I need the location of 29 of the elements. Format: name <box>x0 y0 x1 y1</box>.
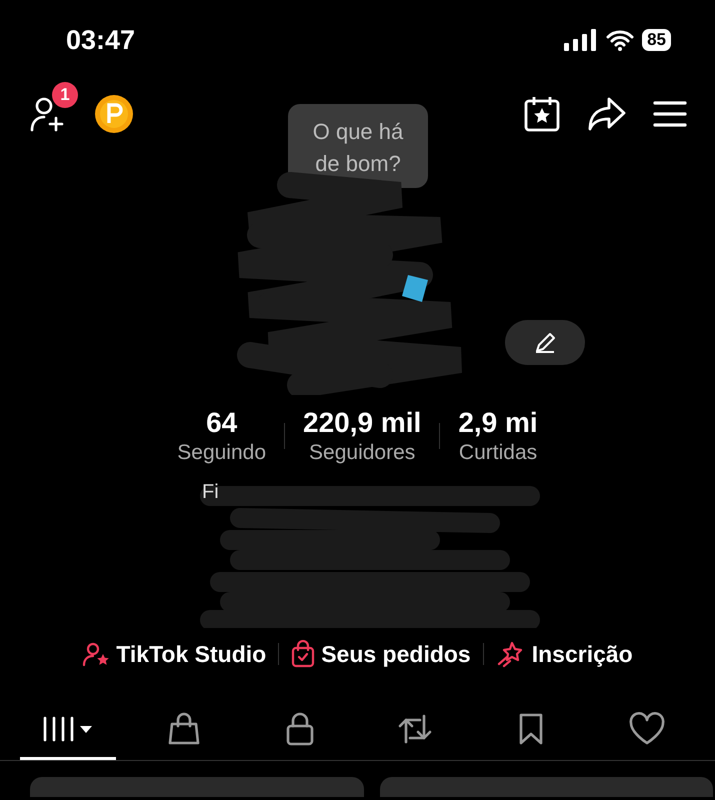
profile-link[interactable]: Seus pedidos <box>291 640 471 668</box>
edit-button[interactable] <box>505 320 585 365</box>
stat-label: Seguidores <box>309 440 416 466</box>
stat-count: 2,9 mi <box>458 406 538 440</box>
shopping-bag-icon <box>168 712 200 746</box>
pencil-icon <box>533 330 557 354</box>
stat-label: Curtidas <box>458 440 538 466</box>
stat-count: 220,9 mil <box>303 406 422 440</box>
notification-badge: 1 <box>52 82 78 108</box>
signal-icon <box>564 29 598 51</box>
bio-text: Fi <box>202 481 219 504</box>
stat-count: 64 <box>206 406 238 440</box>
profile-link[interactable]: Inscrição <box>496 640 633 668</box>
share-arrow-icon[interactable] <box>587 96 627 132</box>
wifi-icon <box>606 29 634 51</box>
shopping-bag-check-icon <box>291 640 316 668</box>
status-time: 03:47 <box>66 24 136 56</box>
calendar-star-icon[interactable] <box>523 95 561 133</box>
heart-icon <box>628 712 666 746</box>
coin-icon[interactable] <box>94 94 134 134</box>
stat-label: Seguindo <box>177 440 266 466</box>
profile-link[interactable]: TikTok Studio <box>82 640 266 668</box>
menu-icon[interactable] <box>653 100 687 128</box>
person-star-icon <box>82 641 110 667</box>
lock-icon <box>284 712 315 746</box>
bookmark-icon <box>517 712 546 746</box>
grid-icon <box>42 714 94 744</box>
repost-icon <box>397 712 434 746</box>
battery-level: 85 <box>642 29 671 51</box>
